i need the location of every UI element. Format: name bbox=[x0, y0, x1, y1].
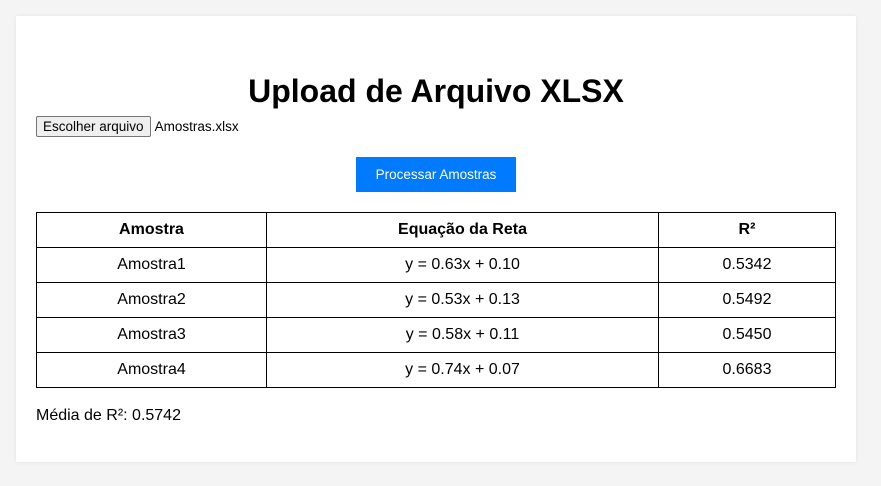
cell-sample: Amostra1 bbox=[36, 247, 267, 283]
cell-equation: y = 0.63x + 0.10 bbox=[266, 247, 659, 283]
table-row: Amostra4 y = 0.74x + 0.07 0.6683 bbox=[36, 352, 836, 388]
cell-r2: 0.6683 bbox=[658, 352, 836, 388]
cell-sample: Amostra2 bbox=[36, 282, 267, 318]
file-input[interactable]: Escolher arquivo Amostras.xlsx bbox=[36, 116, 239, 137]
header-r2: R² bbox=[658, 212, 836, 248]
main-card: Upload de Arquivo XLSX Escolher arquivo … bbox=[16, 16, 856, 462]
header-equacao: Equação da Reta bbox=[266, 212, 659, 248]
table-row: Amostra3 y = 0.58x + 0.11 0.5450 bbox=[36, 317, 836, 353]
cell-r2: 0.5342 bbox=[658, 247, 836, 283]
table-header-row: Amostra Equação da Reta R² bbox=[36, 212, 836, 248]
process-samples-button[interactable]: Processar Amostras bbox=[356, 157, 516, 192]
cell-equation: y = 0.53x + 0.13 bbox=[266, 282, 659, 318]
cell-r2: 0.5450 bbox=[658, 317, 836, 353]
choose-file-button[interactable]: Escolher arquivo bbox=[36, 116, 151, 137]
page-title: Upload de Arquivo XLSX bbox=[248, 73, 624, 109]
cell-r2: 0.5492 bbox=[658, 282, 836, 318]
table-row: Amostra1 y = 0.63x + 0.10 0.5342 bbox=[36, 247, 836, 283]
results-table: Amostra Equação da Reta R² Amostra1 y = … bbox=[36, 212, 836, 388]
cell-sample: Amostra4 bbox=[36, 352, 267, 388]
average-r2-text: Média de R²: 0.5742 bbox=[36, 407, 181, 424]
cell-sample: Amostra3 bbox=[36, 317, 267, 353]
header-amostra: Amostra bbox=[36, 212, 267, 248]
cell-equation: y = 0.74x + 0.07 bbox=[266, 352, 659, 388]
cell-equation: y = 0.58x + 0.11 bbox=[266, 317, 659, 353]
table-row: Amostra2 y = 0.53x + 0.13 0.5492 bbox=[36, 282, 836, 318]
selected-file-name: Amostras.xlsx bbox=[154, 119, 239, 134]
